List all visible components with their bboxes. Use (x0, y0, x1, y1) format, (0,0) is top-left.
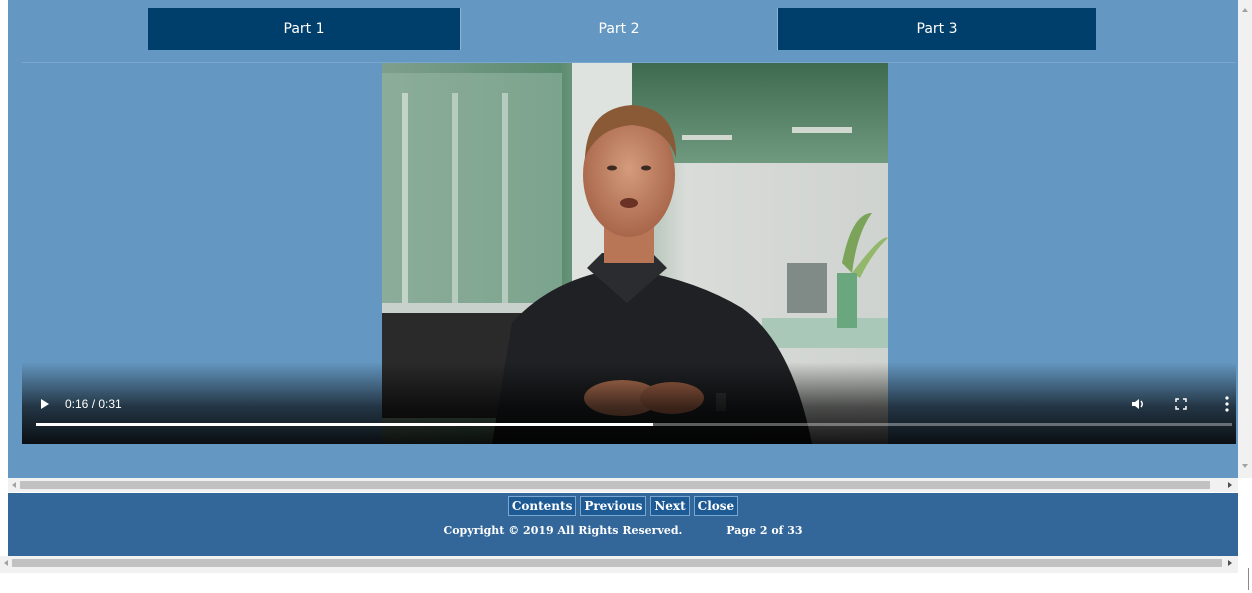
window-edge-divider (1248, 568, 1249, 590)
scrollbar-thumb[interactable] (20, 481, 1210, 489)
tab-part-3[interactable]: Part 3 (778, 8, 1096, 50)
frame-vertical-scrollbar[interactable] (1238, 0, 1252, 478)
page-indicator: Page 2 of 33 (726, 524, 803, 537)
scroll-left-arrow-icon[interactable] (12, 482, 16, 488)
footer-info: Copyright © 2019 All Rights Reserved. Pa… (8, 524, 1238, 537)
video-player[interactable]: 0:16 / 0:31 (22, 62, 1236, 444)
previous-button[interactable]: Previous (580, 496, 647, 516)
page-horizontal-scrollbar[interactable] (0, 556, 1238, 573)
next-button[interactable]: Next (650, 496, 690, 516)
page-scroll-right-arrow-icon[interactable] (1228, 560, 1232, 566)
video-progress-fill (36, 423, 654, 426)
close-button[interactable]: Close (693, 496, 739, 516)
page-scroll-left-arrow-icon[interactable] (4, 560, 8, 566)
play-icon[interactable] (38, 396, 52, 412)
time-display: 0:16 / 0:31 (65, 397, 122, 411)
nav-button-group: Contents Previous Next Close (8, 496, 1238, 516)
part-tabs: Part 1 Part 2 Part 3 (148, 8, 1096, 50)
volume-icon[interactable] (1130, 396, 1146, 412)
frame-horizontal-scrollbar[interactable] (8, 478, 1238, 492)
scroll-down-arrow-icon[interactable] (1242, 464, 1248, 468)
fullscreen-icon[interactable] (1174, 397, 1188, 411)
video-progress-bar[interactable] (36, 423, 1232, 426)
tab-part-2[interactable]: Part 2 (460, 8, 778, 50)
page-scrollbar-thumb[interactable] (12, 559, 1222, 567)
footer-nav: Contents Previous Next Close Copyright ©… (8, 493, 1238, 556)
video-controls: 0:16 / 0:31 (22, 382, 1236, 444)
tab-part-1[interactable]: Part 1 (148, 8, 460, 50)
scroll-right-arrow-icon[interactable] (1228, 482, 1232, 488)
content-frame: Part 1 Part 2 Part 3 0:16 / 0:31 (8, 0, 1238, 478)
more-options-icon[interactable] (1224, 395, 1230, 413)
scroll-up-arrow-icon[interactable] (1242, 8, 1248, 12)
contents-button[interactable]: Contents (507, 496, 577, 516)
copyright-text: Copyright © 2019 All Rights Reserved. (443, 524, 683, 537)
